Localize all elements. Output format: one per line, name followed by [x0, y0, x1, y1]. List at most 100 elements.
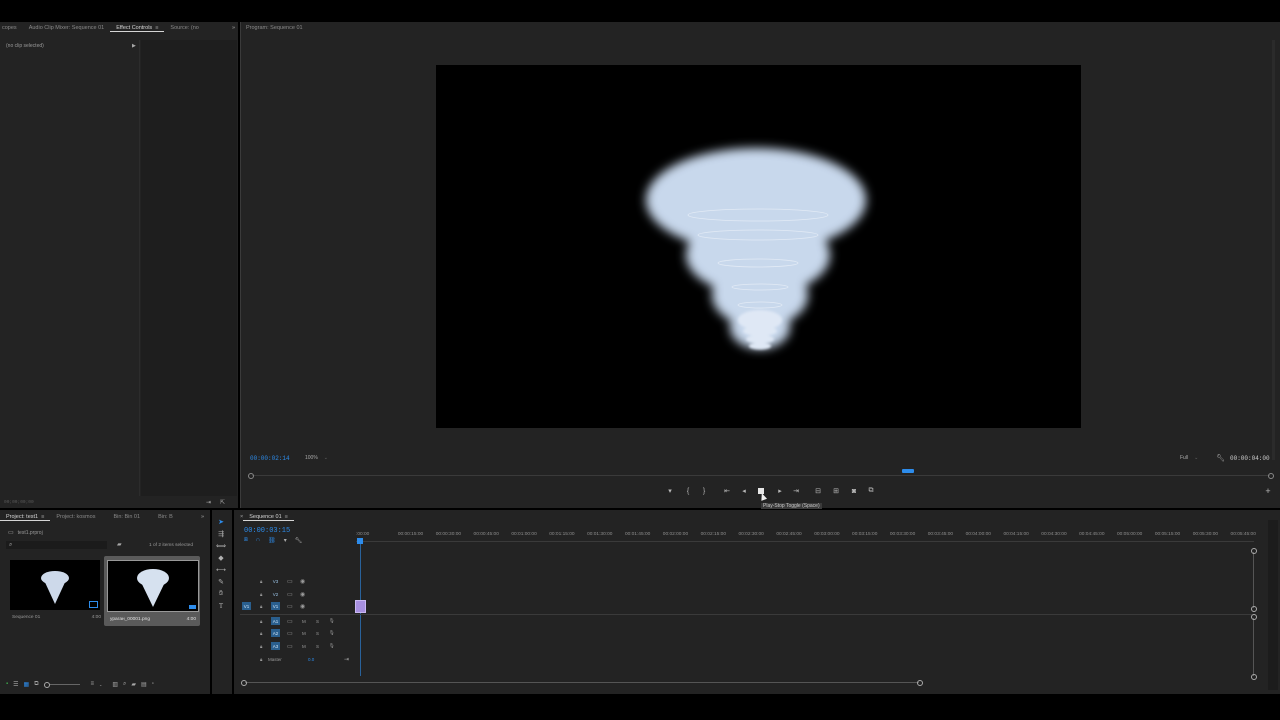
extract-button[interactable]: ⊞: [831, 486, 841, 496]
monitor-scrollbar[interactable]: [1272, 40, 1275, 460]
mute-button[interactable]: M: [302, 631, 306, 636]
comparison-view-button[interactable]: ⧉: [866, 486, 876, 496]
solo-button[interactable]: S: [316, 619, 319, 624]
export-frame-button[interactable]: ◙: [849, 486, 859, 496]
sort-icon[interactable]: ≡: [91, 681, 95, 687]
track-target[interactable]: A2: [271, 629, 280, 637]
selection-tool-icon[interactable]: ➤: [218, 518, 224, 526]
resolution-select[interactable]: Full ⌄: [1180, 455, 1198, 461]
hscroll-right-handle[interactable]: [917, 680, 923, 686]
track-target[interactable]: V2: [271, 590, 280, 598]
voice-over-record-icon[interactable]: 🎙︎: [329, 643, 335, 649]
voice-over-record-icon[interactable]: 🎙︎: [329, 618, 335, 624]
filter-icon[interactable]: ⇥: [206, 499, 211, 506]
project-overflow-icon[interactable]: »: [201, 514, 204, 520]
track-target[interactable]: V1: [271, 602, 280, 610]
tab-effect-controls[interactable]: Effect Controls ≡: [110, 25, 165, 32]
mark-out-button[interactable]: }: [699, 486, 709, 496]
timeline-timecode[interactable]: 00:00:03:15: [244, 527, 290, 535]
automate-to-sequence-icon[interactable]: ▥: [112, 681, 118, 688]
go-to-in-button[interactable]: ⇤: [722, 486, 732, 496]
add-marker-icon[interactable]: ▾: [284, 537, 287, 544]
mute-button[interactable]: M: [302, 619, 306, 624]
lock-track-icon[interactable]: 🔒︎: [260, 579, 262, 584]
vscroll-audio-top-handle[interactable]: [1251, 614, 1257, 620]
lock-track-icon[interactable]: 🔒︎: [260, 657, 262, 662]
mark-in-button[interactable]: {: [683, 486, 693, 496]
add-marker-button[interactable]: ▾: [665, 486, 675, 496]
step-forward-button[interactable]: ▸: [775, 486, 785, 496]
lock-track-icon[interactable]: 🔒︎: [260, 631, 262, 636]
lock-track-icon[interactable]: 🔒︎: [260, 644, 262, 649]
freeform-view-icon[interactable]: ⧉: [34, 681, 38, 688]
timeline-vertical-scrollbar-video[interactable]: [1251, 548, 1257, 612]
snap-icon[interactable]: ∩: [256, 537, 260, 544]
v1-clip[interactable]: [355, 600, 366, 613]
track-target[interactable]: A1: [271, 617, 280, 625]
toggle-track-output-eye-icon[interactable]: ◉: [300, 603, 305, 610]
toggle-sync-lock-icon[interactable]: ▭: [287, 603, 293, 610]
project-item-png[interactable]: ураган_00001.png 4:00: [104, 556, 200, 626]
solo-button[interactable]: S: [316, 644, 319, 649]
mute-button[interactable]: M: [302, 644, 306, 649]
tab-bin-b[interactable]: Bin: B: [152, 514, 179, 520]
panel-menu-icon[interactable]: ≡: [155, 25, 158, 31]
clear-icon[interactable]: ▫: [152, 681, 154, 687]
list-view-icon[interactable]: ☰: [13, 681, 18, 688]
go-to-out-button[interactable]: ⇥: [791, 486, 801, 496]
project-panel-menu-icon[interactable]: ≡: [41, 514, 44, 520]
slip-tool-icon[interactable]: ⟷: [216, 566, 226, 574]
overflow-tabs-icon[interactable]: »: [232, 25, 235, 31]
voice-over-record-icon[interactable]: 🎙︎: [329, 630, 335, 636]
zoom-select[interactable]: 100% ⌄: [305, 455, 328, 461]
razor-tool-icon[interactable]: ◆: [218, 554, 223, 562]
tab-scopes[interactable]: copes: [0, 25, 23, 31]
vscroll-video-top-handle[interactable]: [1251, 548, 1257, 554]
project-search-input[interactable]: ⌕: [6, 541, 107, 549]
toggle-track-output-eye-icon[interactable]: ◉: [300, 591, 305, 598]
vscroll-video-bottom-handle[interactable]: [1251, 606, 1257, 612]
lock-icon[interactable]: ▪: [6, 681, 8, 687]
go-to-next-edit-icon[interactable]: ⇥: [344, 656, 349, 663]
export-icon[interactable]: ⇱: [220, 499, 225, 506]
collapse-arrow-icon[interactable]: ▶: [132, 43, 136, 49]
zoom-slider[interactable]: [43, 681, 80, 688]
playhead-indicator[interactable]: [902, 469, 914, 473]
sort-dropdown-icon[interactable]: ⌄: [99, 682, 102, 687]
find-icon[interactable]: ⌕: [123, 681, 126, 688]
tab-audio-clip-mixer[interactable]: Audio Clip Mixer: Sequence 01: [23, 25, 111, 31]
program-current-timecode[interactable]: 00:00:02:14: [250, 455, 290, 462]
nest-icon[interactable]: ⧈: [244, 537, 248, 544]
lock-track-icon[interactable]: 🔒︎: [260, 592, 262, 597]
zoom-slider-handle[interactable]: [43, 681, 50, 688]
new-bin-icon[interactable]: ▰: [131, 681, 136, 688]
timeline-settings-icon[interactable]: 🔧︎: [295, 537, 303, 544]
new-item-icon[interactable]: ▤: [141, 681, 147, 688]
toggle-sync-lock-icon[interactable]: ▭: [287, 630, 293, 637]
track-select-tool-icon[interactable]: ⇶: [218, 530, 224, 538]
program-scrub-bar[interactable]: [248, 469, 1274, 479]
new-bin-folder-icon[interactable]: ▰: [117, 541, 122, 548]
timeline-vertical-scrollbar-audio[interactable]: [1251, 614, 1257, 680]
scrub-start-handle[interactable]: [248, 473, 254, 479]
icon-view-icon[interactable]: ▦: [24, 681, 30, 688]
toggle-sync-lock-icon[interactable]: ▭: [287, 591, 293, 598]
hand-tool-icon[interactable]: ✋︎: [219, 590, 223, 598]
program-monitor-title[interactable]: Program: Sequence 01: [242, 25, 309, 31]
solo-button[interactable]: S: [316, 631, 319, 636]
scrub-end-handle[interactable]: [1268, 473, 1274, 479]
lock-track-icon[interactable]: 🔒︎: [260, 619, 262, 624]
timeline-menu-icon[interactable]: ≡: [285, 514, 288, 520]
vscroll-audio-bottom-handle[interactable]: [1251, 674, 1257, 680]
master-volume[interactable]: 0.0: [308, 657, 314, 662]
linked-selection-icon[interactable]: ⛓︎: [268, 537, 276, 544]
tab-source[interactable]: Source: (no: [164, 25, 204, 31]
source-patch-v1[interactable]: V1: [242, 602, 251, 610]
toggle-track-output-eye-icon[interactable]: ◉: [300, 578, 305, 585]
tab-project-kosmos[interactable]: Project: kosmos: [50, 514, 101, 520]
button-editor-icon[interactable]: +: [1263, 486, 1273, 496]
lock-track-icon[interactable]: 🔒︎: [260, 604, 262, 609]
timeline-ruler[interactable]: :00:00 00:00:15:00 00:00:30:00 00:00:45:00 0…: [356, 532, 1271, 540]
ripple-edit-tool-icon[interactable]: ⟺: [216, 542, 226, 550]
toggle-sync-lock-icon[interactable]: ▭: [287, 578, 293, 585]
